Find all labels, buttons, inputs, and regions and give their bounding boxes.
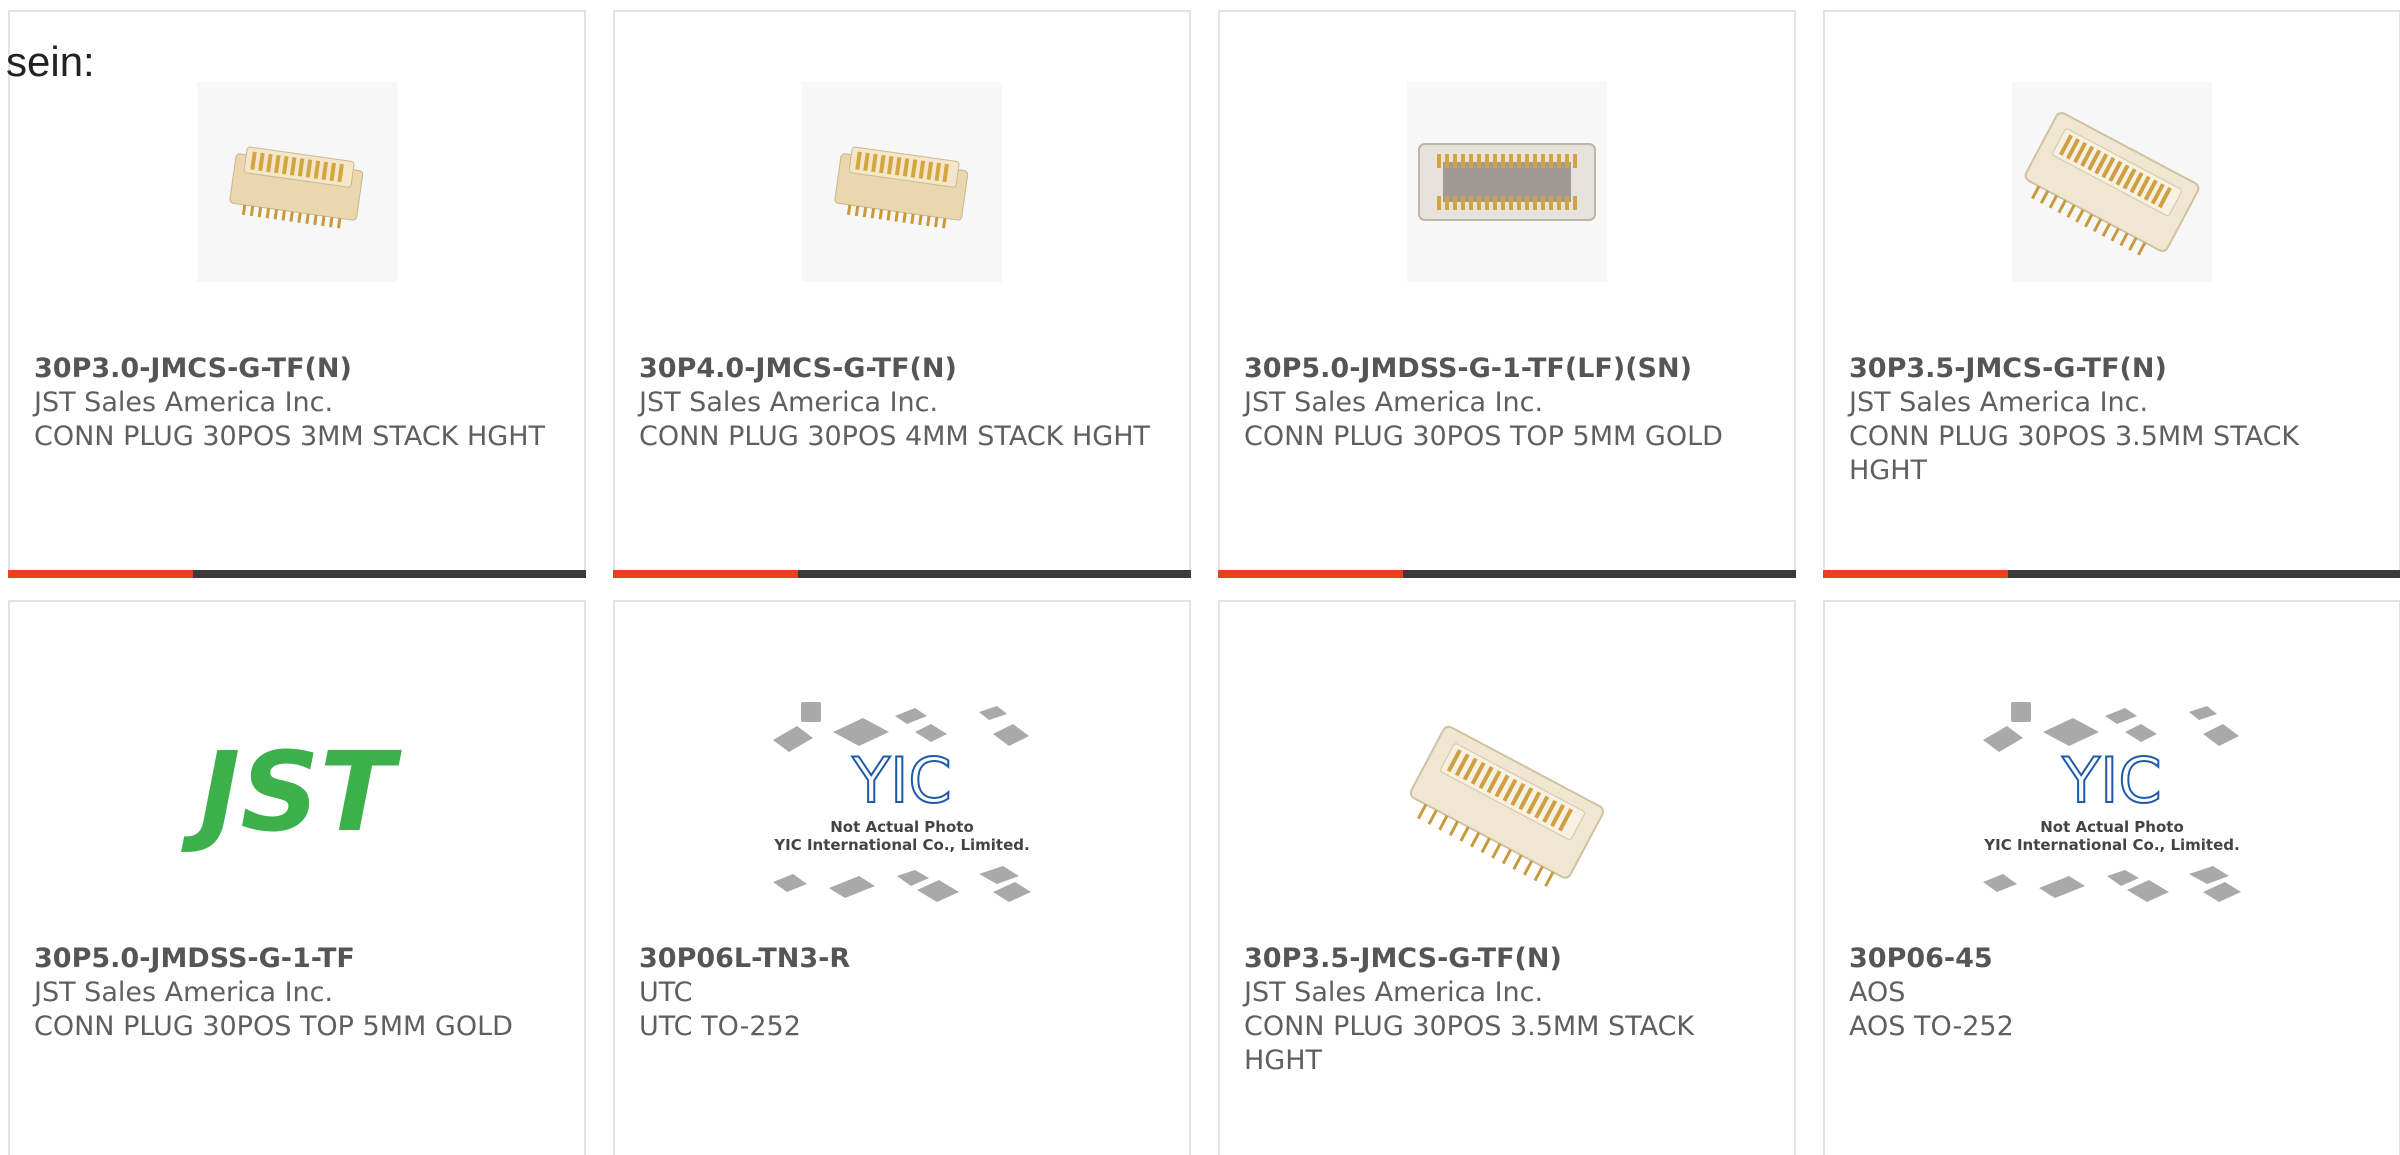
manufacturer: AOS: [1849, 977, 1906, 1008]
placeholder-logo: YIC: [2061, 744, 2161, 817]
product-card[interactable]: 30P3.5-JMCS-G-TF(N) JST Sales America In…: [1218, 600, 1796, 1155]
product-card[interactable]: 30P4.0-JMCS-G-TF(N) JST Sales America In…: [613, 10, 1191, 578]
connector-small-icon: [197, 82, 397, 282]
product-meta: 30P06-45 AOS AOS TO-252: [1849, 942, 2375, 1044]
description: CONN PLUG 30POS 3.5MM STACK HGHT: [1849, 421, 2300, 486]
product-card[interactable]: YIC Not Actual Photo YIC International C…: [613, 600, 1191, 1155]
jst-logo: JST: [162, 680, 432, 920]
part-number[interactable]: 30P5.0-JMDSS-G-1-TF(LF)(SN): [1244, 352, 1770, 386]
page: sein: 30P3.0-JMCS-G-TF(N) JST Sales Amer…: [0, 0, 2400, 1155]
description: CONN PLUG 30POS TOP 5MM GOLD: [34, 1011, 513, 1042]
description: CONN PLUG 30POS 3MM STACK HGHT: [34, 421, 545, 452]
product-card[interactable]: 30P3.0-JMCS-G-TF(N) JST Sales America In…: [8, 10, 586, 578]
placeholder-logo: YIC: [851, 744, 951, 817]
product-meta: 30P5.0-JMDSS-G-1-TF JST Sales America In…: [34, 942, 560, 1044]
manufacturer: JST Sales America Inc.: [34, 977, 334, 1008]
intro-text: sein:: [6, 38, 95, 85]
product-card[interactable]: JST 30P5.0-JMDSS-G-1-TF JST Sales Americ…: [8, 600, 586, 1155]
part-number[interactable]: 30P3.5-JMCS-G-TF(N): [1849, 352, 2375, 386]
not-actual-photo: YIC Not Actual Photo YIC International C…: [767, 680, 1037, 920]
part-number[interactable]: 30P4.0-JMCS-G-TF(N): [639, 352, 1165, 386]
description: AOS TO-252: [1849, 1011, 2014, 1042]
part-number[interactable]: 30P06L-TN3-R: [639, 942, 1165, 976]
product-meta: 30P4.0-JMCS-G-TF(N) JST Sales America In…: [639, 352, 1165, 454]
placeholder-line2: YIC International Co., Limited.: [1983, 836, 2239, 854]
not-actual-photo: YIC Not Actual Photo YIC International C…: [1977, 680, 2247, 920]
manufacturer: UTC: [639, 977, 693, 1008]
product-meta: 30P3.5-JMCS-G-TF(N) JST Sales America In…: [1849, 352, 2375, 488]
progress-fill: [613, 570, 798, 578]
progress-bar: [1218, 570, 1796, 578]
description: CONN PLUG 30POS TOP 5MM GOLD: [1244, 421, 1723, 452]
part-number[interactable]: 30P06-45: [1849, 942, 2375, 976]
connector-top-icon: [1407, 82, 1607, 282]
progress-bar: [8, 570, 586, 578]
manufacturer: JST Sales America Inc.: [34, 387, 334, 418]
placeholder-line1: Not Actual Photo: [2040, 818, 2184, 836]
connector-large-icon: [1372, 680, 1642, 920]
description: CONN PLUG 30POS 3.5MM STACK HGHT: [1244, 1011, 1695, 1076]
connector-large-icon: [2012, 82, 2212, 282]
progress-bar: [1823, 570, 2400, 578]
product-meta: 30P3.5-JMCS-G-TF(N) JST Sales America In…: [1244, 942, 1770, 1078]
product-card[interactable]: YIC Not Actual Photo YIC International C…: [1823, 600, 2400, 1155]
manufacturer: JST Sales America Inc.: [639, 387, 939, 418]
part-number[interactable]: 30P3.0-JMCS-G-TF(N): [34, 352, 560, 386]
progress-bar: [613, 570, 1191, 578]
jst-logo-text: JST: [180, 728, 402, 856]
product-grid: 30P3.0-JMCS-G-TF(N) JST Sales America In…: [8, 10, 2400, 1155]
progress-fill: [1218, 570, 1403, 578]
progress-fill: [1823, 570, 2008, 578]
part-number[interactable]: 30P5.0-JMDSS-G-1-TF: [34, 942, 560, 976]
connector-small-icon: [802, 82, 1002, 282]
manufacturer: JST Sales America Inc.: [1849, 387, 2149, 418]
progress-fill: [8, 570, 193, 578]
description: CONN PLUG 30POS 4MM STACK HGHT: [639, 421, 1150, 452]
description: UTC TO-252: [639, 1011, 801, 1042]
manufacturer: JST Sales America Inc.: [1244, 977, 1544, 1008]
product-meta: 30P3.0-JMCS-G-TF(N) JST Sales America In…: [34, 352, 560, 454]
product-card[interactable]: 30P5.0-JMDSS-G-1-TF(LF)(SN) JST Sales Am…: [1218, 10, 1796, 578]
part-number[interactable]: 30P3.5-JMCS-G-TF(N): [1244, 942, 1770, 976]
placeholder-line2: YIC International Co., Limited.: [773, 836, 1029, 854]
manufacturer: JST Sales America Inc.: [1244, 387, 1544, 418]
product-meta: 30P5.0-JMDSS-G-1-TF(LF)(SN) JST Sales Am…: [1244, 352, 1770, 454]
product-meta: 30P06L-TN3-R UTC UTC TO-252: [639, 942, 1165, 1044]
product-card[interactable]: 30P3.5-JMCS-G-TF(N) JST Sales America In…: [1823, 10, 2400, 578]
placeholder-line1: Not Actual Photo: [830, 818, 974, 836]
